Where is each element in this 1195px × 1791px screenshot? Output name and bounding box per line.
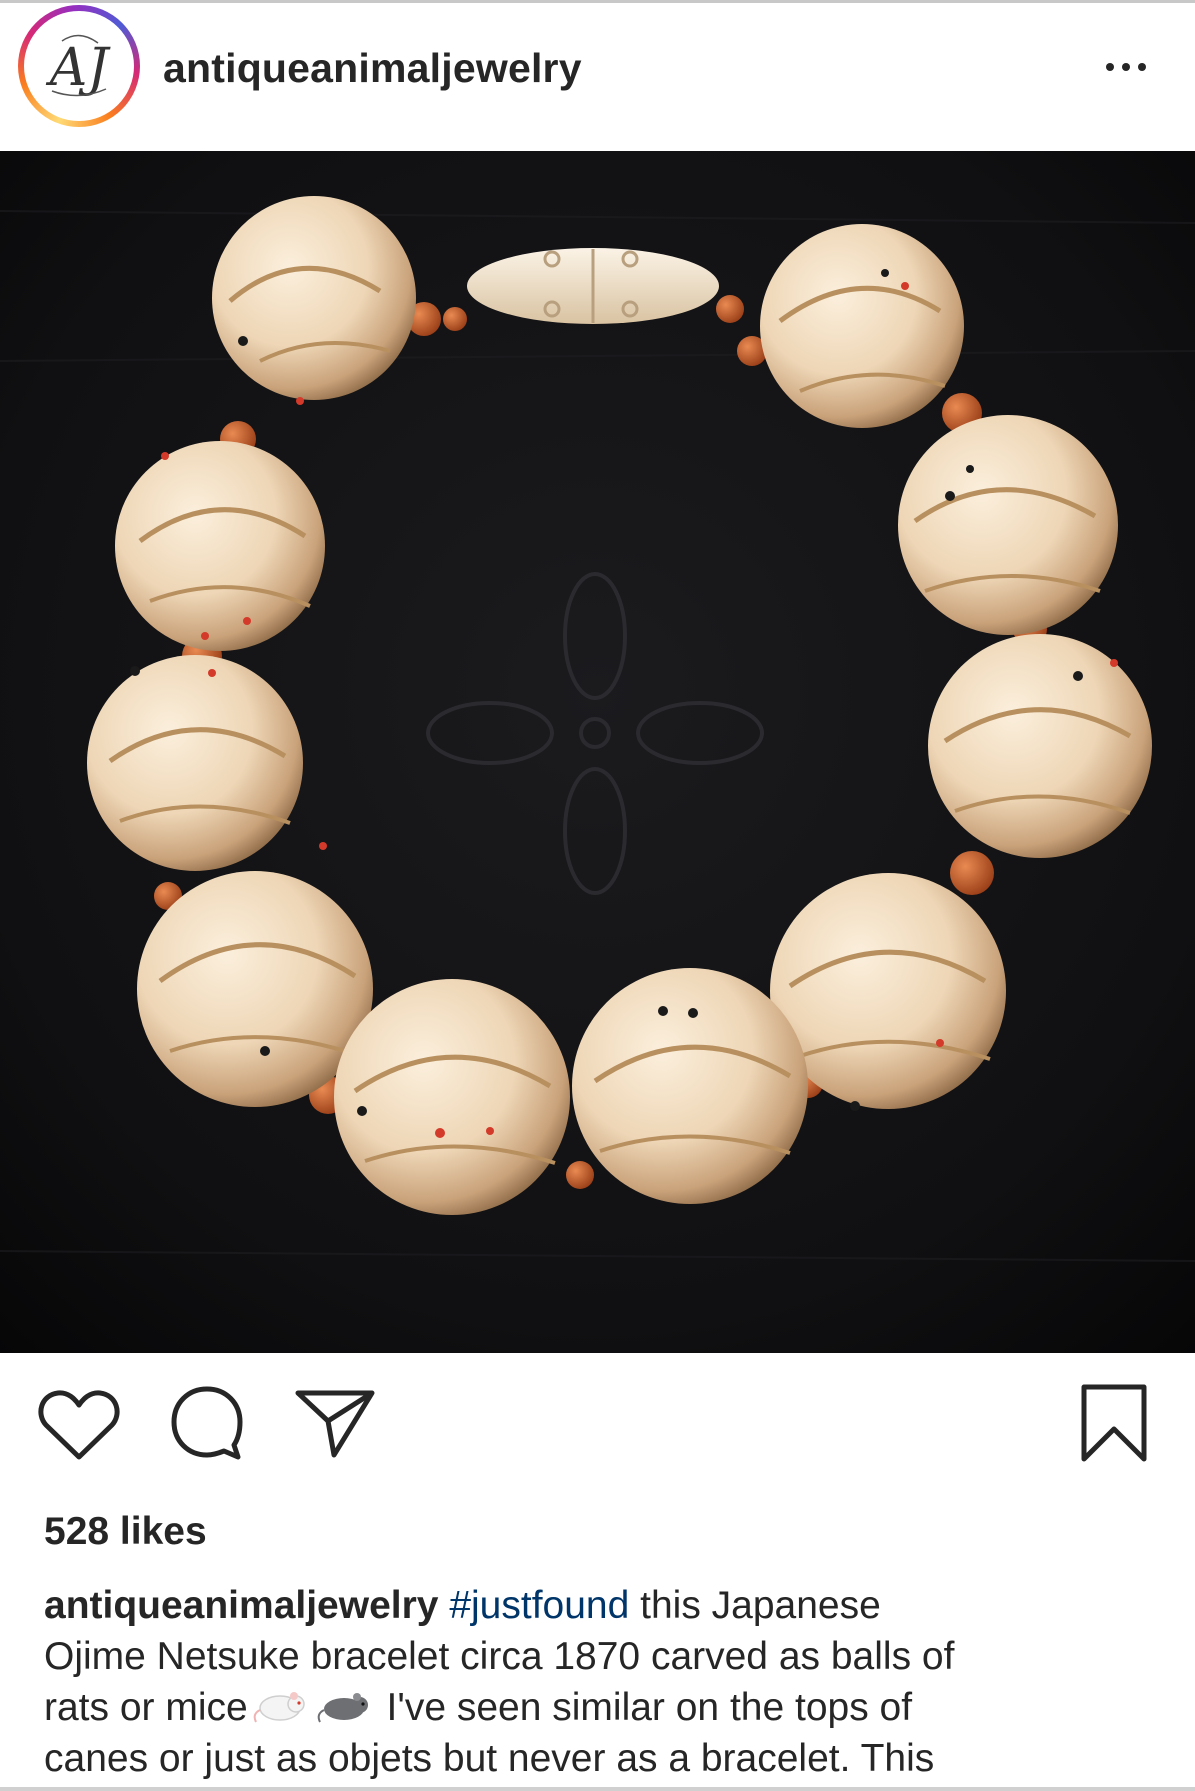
caption-line-1: antiqueanimaljewelry #justfound this Jap… xyxy=(44,1580,1164,1631)
post-username[interactable]: antiqueanimaljewelry xyxy=(163,45,582,92)
more-dot xyxy=(1138,63,1146,71)
rat-emoji xyxy=(317,1693,368,1723)
caption-line-3: rats or mice I've seen similar on the to… xyxy=(44,1682,1164,1733)
heart-icon[interactable] xyxy=(38,1387,120,1461)
caption-text: I've seen similar on the tops of xyxy=(375,1686,913,1729)
bookmark-icon[interactable] xyxy=(1078,1383,1150,1463)
caption-username[interactable]: antiqueanimaljewelry xyxy=(44,1584,438,1627)
white-rat-emoji xyxy=(253,1692,305,1723)
more-dot xyxy=(1122,63,1130,71)
avatar-monogram-logo: AJ xyxy=(46,34,112,98)
bracelet-photo-illustration xyxy=(0,151,1195,1353)
post-header: AJ antiqueanimaljewelry xyxy=(0,3,1195,151)
comment-icon[interactable] xyxy=(168,1383,246,1461)
caption-text: rats or mice xyxy=(44,1686,248,1729)
caption-text: this Japanese xyxy=(629,1584,881,1627)
caption-line-2: Ojime Netsuke bracelet circa 1870 carved… xyxy=(44,1635,955,1678)
avatar[interactable]: AJ xyxy=(18,5,140,127)
more-options-button[interactable] xyxy=(1096,53,1156,81)
post-action-bar xyxy=(0,1353,1195,1493)
ivory-clasp xyxy=(467,248,719,324)
caption-line-4: canes or just as objets but never as a b… xyxy=(44,1737,935,1780)
more-horizontal-icon xyxy=(1106,63,1114,71)
post-photo[interactable] xyxy=(0,151,1195,1353)
likes-count[interactable]: 528 likes xyxy=(44,1510,207,1554)
avatar-inner: AJ xyxy=(24,11,134,121)
share-icon[interactable] xyxy=(294,1387,376,1459)
post-caption: antiqueanimaljewelry #justfound this Jap… xyxy=(44,1580,1164,1784)
hashtag-link[interactable]: #justfound xyxy=(449,1584,629,1627)
svg-text:AJ: AJ xyxy=(46,38,112,98)
bottom-divider xyxy=(0,1787,1195,1791)
